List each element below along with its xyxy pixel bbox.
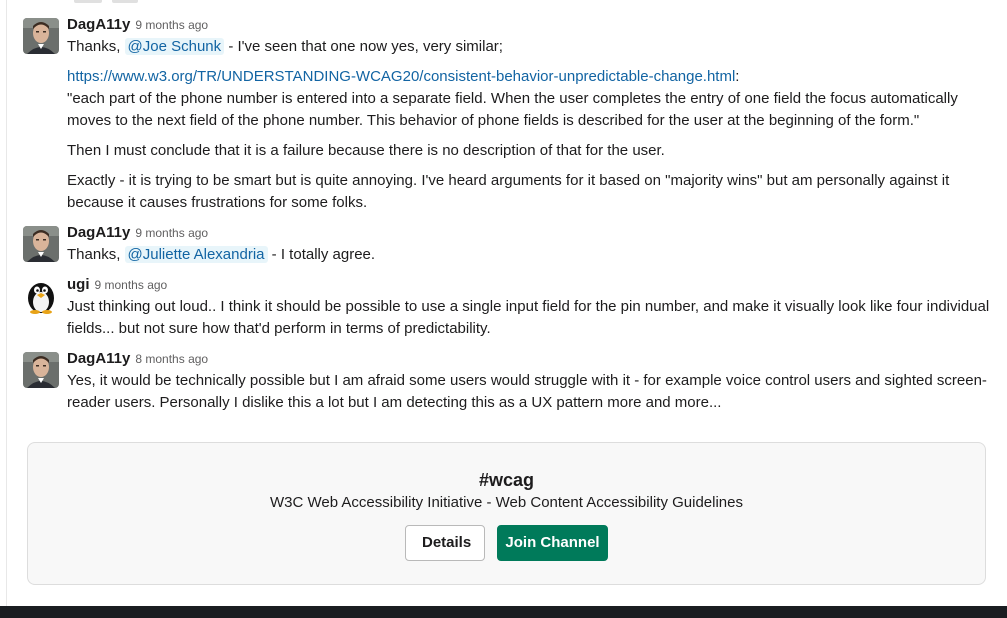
message-body: DagA11y 8 months ago Yes, it would be tec… (67, 350, 992, 414)
message-paragraph: Then I must conclude that it is a failur… (67, 142, 665, 159)
author-name[interactable]: DagA11y (67, 224, 130, 241)
person-avatar[interactable] (23, 18, 59, 54)
wcag-link[interactable]: https://www.w3.org/TR/UNDERSTANDING-WCAG… (67, 68, 735, 85)
toolbar-stub (74, 0, 102, 3)
message-paragraph: Yes, it would be technically possible bu… (67, 372, 987, 411)
text-span: - I totally agree. (267, 246, 376, 263)
channel-actions: Details Join Channel (28, 525, 985, 561)
channel-description: W3C Web Accessibility Initiative - Web C… (270, 494, 743, 511)
left-frame-border (0, 0, 7, 606)
message-paragraph: Just thinking out loud.. I think it shou… (67, 298, 990, 337)
message-paragraph: https://www.w3.org/TR/UNDERSTANDING-WCAG… (67, 66, 992, 132)
text-span: Thanks, (67, 38, 125, 55)
channel-name: #wcag (478, 470, 535, 490)
message-text: Just thinking out loud.. I think it shou… (67, 296, 992, 340)
author-name[interactable]: DagA11y (67, 16, 130, 33)
message-text: Thanks, @Joe Schunk - I've seen that one… (67, 36, 992, 214)
message-header: DagA11y 9 months ago (67, 16, 992, 34)
message-header: ugi 9 months ago (67, 276, 992, 294)
text-span: : (735, 68, 740, 85)
author-name[interactable]: ugi (67, 276, 90, 293)
text-span: Thanks, (67, 246, 125, 263)
message-paragraph: Thanks, @Joe Schunk - I've seen that one… (67, 36, 992, 58)
quote-text: "each part of the phone number is entere… (67, 90, 958, 129)
details-button[interactable]: Details (405, 525, 485, 561)
message-timestamp[interactable]: 9 months ago (135, 18, 208, 32)
person-avatar[interactable] (23, 352, 59, 388)
message-body: DagA11y 9 months ago Thanks, @Juliette Al… (67, 224, 992, 266)
message-paragraph: Exactly - it is trying to be smart but i… (67, 172, 950, 211)
bottom-bar (0, 606, 1007, 618)
message-text: Thanks, @Juliette Alexandria - I totally… (67, 244, 992, 266)
message-text: Yes, it would be technically possible bu… (67, 370, 992, 414)
penguin-avatar[interactable] (23, 278, 59, 314)
message-body: DagA11y 9 months ago Thanks, @Joe Schunk … (67, 16, 992, 214)
person-avatar[interactable] (23, 226, 59, 262)
message-timestamp[interactable]: 9 months ago (95, 278, 168, 292)
text-span: - I've seen that one now yes, very simil… (224, 38, 503, 55)
message-body: ugi 9 months ago Just thinking out loud..… (67, 276, 992, 340)
channel-join-card: #wcag W3C Web Accessibility Initiative -… (27, 442, 986, 585)
author-name[interactable]: DagA11y (67, 350, 130, 367)
join-channel-button[interactable]: Join Channel (497, 525, 608, 561)
user-mention[interactable]: @Juliette Alexandria (124, 246, 268, 263)
message-header: DagA11y 8 months ago (67, 350, 992, 368)
message-header: DagA11y 9 months ago (67, 224, 992, 242)
user-mention[interactable]: @Joe Schunk (124, 38, 225, 55)
message-timestamp[interactable]: 8 months ago (135, 352, 208, 366)
toolbar-stub (112, 0, 138, 3)
message-paragraph: Thanks, @Juliette Alexandria - I totally… (67, 244, 992, 266)
message-timestamp[interactable]: 9 months ago (135, 226, 208, 240)
